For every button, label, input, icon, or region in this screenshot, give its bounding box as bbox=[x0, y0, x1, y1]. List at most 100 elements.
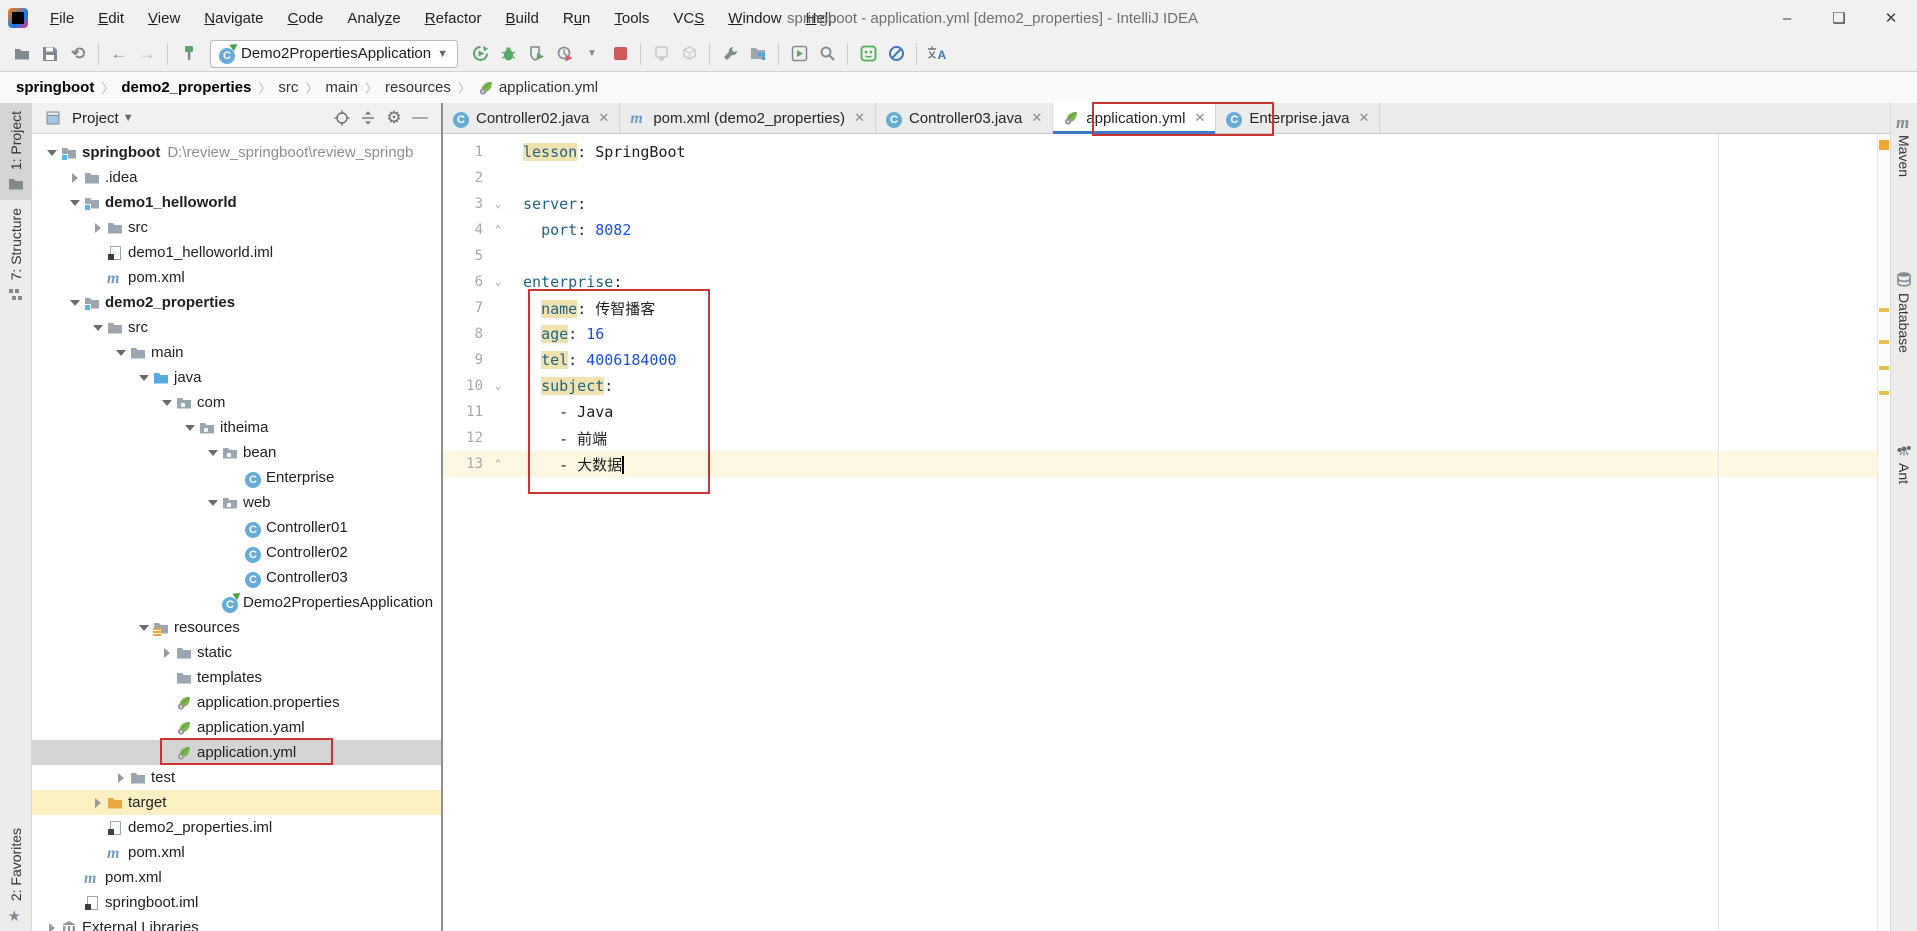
tool-button-7-structure[interactable]: 7: Structure bbox=[0, 200, 31, 310]
breadcrumb-springboot[interactable]: springboot bbox=[16, 79, 94, 96]
tree-item-pom-xml[interactable]: mpom.xml bbox=[32, 265, 441, 290]
tab-application-yml[interactable]: application.yml✕ bbox=[1053, 103, 1216, 133]
tree-item-demo1_helloworld-iml[interactable]: demo1_helloworld.iml bbox=[32, 240, 441, 265]
menu-analyze[interactable]: Analyze bbox=[337, 6, 410, 31]
tree-item-com[interactable]: com bbox=[32, 390, 441, 415]
tree-item-pom-xml[interactable]: mpom.xml bbox=[32, 865, 441, 890]
code-line-5[interactable]: 5 bbox=[443, 243, 1877, 269]
tab-Controller03-java[interactable]: CController03.java✕ bbox=[876, 103, 1053, 133]
hide-icon[interactable]: — bbox=[407, 106, 433, 130]
tree-item-Controller01[interactable]: CController01 bbox=[32, 515, 441, 540]
breadcrumb-application-yml[interactable]: application.yml bbox=[478, 79, 598, 96]
tree-item--idea[interactable]: .idea bbox=[32, 165, 441, 190]
attach-debugger-icon[interactable] bbox=[647, 41, 675, 67]
profiler-icon[interactable] bbox=[550, 41, 578, 67]
expanded-arrow-icon[interactable] bbox=[205, 500, 221, 506]
expanded-arrow-icon[interactable] bbox=[136, 625, 152, 631]
close-button[interactable]: ✕ bbox=[1865, 0, 1917, 36]
tree-item-templates[interactable]: templates bbox=[32, 665, 441, 690]
tool-button-1-project[interactable]: 1: Project bbox=[0, 103, 31, 200]
code-line-7[interactable]: 7 name: 传智播客 bbox=[443, 295, 1877, 321]
menu-window[interactable]: Window bbox=[718, 6, 791, 31]
tree-item-demo1_helloworld[interactable]: demo1_helloworld bbox=[32, 190, 441, 215]
build-artifact-icon[interactable] bbox=[675, 41, 703, 67]
tree-item-Enterprise[interactable]: CEnterprise bbox=[32, 465, 441, 490]
stripe-mark[interactable] bbox=[1879, 391, 1889, 395]
coverage-icon[interactable] bbox=[522, 41, 550, 67]
tab-Controller02-java[interactable]: CController02.java✕ bbox=[443, 103, 620, 133]
tool-button-maven[interactable]: mMaven bbox=[1891, 105, 1917, 185]
breadcrumb-main[interactable]: main bbox=[325, 79, 358, 96]
tree-item-src[interactable]: src bbox=[32, 315, 441, 340]
close-icon[interactable]: ✕ bbox=[1031, 110, 1042, 126]
tree-item-bean[interactable]: bean bbox=[32, 440, 441, 465]
tree-item-web[interactable]: web bbox=[32, 490, 441, 515]
expanded-arrow-icon[interactable] bbox=[205, 450, 221, 456]
tree-item-Controller03[interactable]: CController03 bbox=[32, 565, 441, 590]
stripe-mark[interactable] bbox=[1879, 340, 1889, 344]
menu-code[interactable]: Code bbox=[278, 6, 334, 31]
tree-item-target[interactable]: target bbox=[32, 790, 441, 815]
menu-file[interactable]: File bbox=[40, 6, 84, 31]
code-line-1[interactable]: 1lesson: SpringBoot bbox=[443, 139, 1877, 165]
tree-item-test[interactable]: test bbox=[32, 765, 441, 790]
tree-item-Demo2PropertiesApplication[interactable]: CDemo2PropertiesApplication bbox=[32, 590, 441, 615]
run-configuration-select[interactable]: CDemo2PropertiesApplication▼ bbox=[210, 40, 458, 68]
collapsed-arrow-icon[interactable] bbox=[159, 648, 175, 658]
open-icon[interactable] bbox=[8, 41, 36, 67]
stop-icon[interactable] bbox=[606, 41, 634, 67]
tree-item-main[interactable]: main bbox=[32, 340, 441, 365]
fold-marker-icon[interactable]: ⌃ bbox=[483, 225, 513, 235]
code-line-11[interactable]: 11 - Java bbox=[443, 399, 1877, 425]
collapsed-arrow-icon[interactable] bbox=[67, 173, 83, 183]
menu-refactor[interactable]: Refactor bbox=[415, 6, 492, 31]
code-line-9[interactable]: 9 tel: 4006184000 bbox=[443, 347, 1877, 373]
stripe-mark[interactable] bbox=[1879, 366, 1889, 370]
run-anything-icon[interactable] bbox=[785, 41, 813, 67]
expanded-arrow-icon[interactable] bbox=[182, 425, 198, 431]
wrench-icon[interactable] bbox=[716, 41, 744, 67]
breadcrumb-demo2_properties[interactable]: demo2_properties bbox=[121, 79, 251, 96]
tree-item-application-yml[interactable]: application.yml bbox=[32, 740, 441, 765]
close-icon[interactable]: ✕ bbox=[1358, 110, 1369, 126]
debug-icon[interactable] bbox=[494, 41, 522, 67]
tree-item-src[interactable]: src bbox=[32, 215, 441, 240]
tree-item-pom-xml[interactable]: mpom.xml bbox=[32, 840, 441, 865]
expanded-arrow-icon[interactable] bbox=[159, 400, 175, 406]
expanded-arrow-icon[interactable] bbox=[136, 375, 152, 381]
breadcrumb-src[interactable]: src bbox=[278, 79, 298, 96]
run-icon[interactable] bbox=[466, 41, 494, 67]
close-icon[interactable]: ✕ bbox=[854, 110, 865, 126]
fold-marker-icon[interactable]: ⌄ bbox=[483, 381, 513, 391]
close-icon[interactable]: ✕ bbox=[598, 110, 609, 126]
minimize-button[interactable]: – bbox=[1761, 0, 1813, 36]
menu-run[interactable]: Run bbox=[553, 6, 601, 31]
project-panel-title[interactable]: Project bbox=[72, 110, 119, 127]
collapse-all-icon[interactable] bbox=[355, 106, 381, 130]
tree-item-Controller02[interactable]: CController02 bbox=[32, 540, 441, 565]
code-line-13[interactable]: 13⌃ - 大数据 bbox=[443, 451, 1877, 477]
tree-item-itheima[interactable]: itheima bbox=[32, 415, 441, 440]
code-line-2[interactable]: 2 bbox=[443, 165, 1877, 191]
tree-item-demo2_properties[interactable]: demo2_properties bbox=[32, 290, 441, 315]
fold-marker-icon[interactable]: ⌄ bbox=[483, 277, 513, 287]
code-line-4[interactable]: 4⌃ port: 8082 bbox=[443, 217, 1877, 243]
tool-button-ant[interactable]: Ant bbox=[1891, 433, 1917, 492]
back-icon[interactable]: ← bbox=[105, 41, 133, 67]
menu-view[interactable]: View bbox=[138, 6, 190, 31]
forward-icon[interactable]: → bbox=[133, 41, 161, 67]
translate-icon[interactable]: A bbox=[923, 41, 951, 67]
code-line-3[interactable]: 3⌄server: bbox=[443, 191, 1877, 217]
expanded-arrow-icon[interactable] bbox=[67, 200, 83, 206]
tree-item-application-yaml[interactable]: application.yaml bbox=[32, 715, 441, 740]
collapsed-arrow-icon[interactable] bbox=[44, 923, 60, 931]
error-stripe[interactable] bbox=[1877, 134, 1890, 931]
tree-item-resources[interactable]: resources bbox=[32, 615, 441, 640]
expanded-arrow-icon[interactable] bbox=[90, 325, 106, 331]
menu-vcs[interactable]: VCS bbox=[663, 6, 714, 31]
dropdown-icon[interactable]: ▼ bbox=[578, 41, 606, 67]
tree-item-application-properties[interactable]: application.properties bbox=[32, 690, 441, 715]
tree-item-static[interactable]: static bbox=[32, 640, 441, 665]
breadcrumb-resources[interactable]: resources bbox=[385, 79, 451, 96]
project-structure-icon[interactable] bbox=[744, 41, 772, 67]
